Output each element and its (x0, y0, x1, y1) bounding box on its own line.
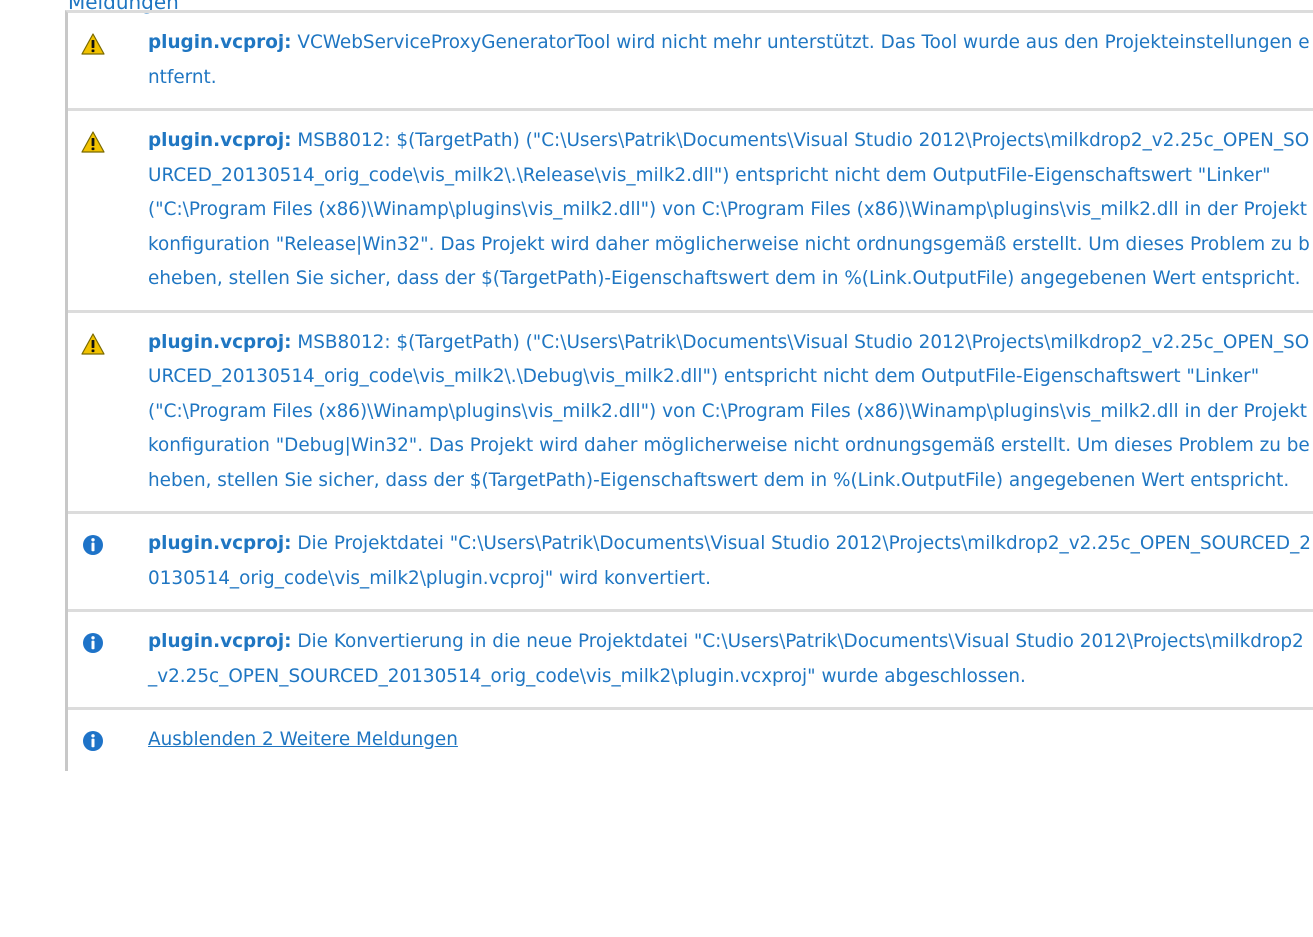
message-text: plugin.vcproj: MSB8012: $(TargetPath) ("… (148, 313, 1312, 512)
message-source: plugin.vcproj: (148, 130, 292, 151)
message-body: Die Projektdatei "C:\Users\Patrik\Docume… (148, 533, 1311, 589)
message-row-warning: plugin.vcproj: MSB8012: $(TargetPath) ("… (68, 313, 1313, 514)
warning-icon (81, 332, 105, 355)
message-body: Die Konvertierung in die neue Projektdat… (148, 631, 1304, 687)
hide-more-messages-link[interactable]: Ausblenden 2 Weitere Meldungen (148, 729, 458, 750)
info-icon (83, 535, 103, 555)
message-text: plugin.vcproj: VCWebServiceProxyGenerato… (148, 13, 1312, 108)
message-row-warning: plugin.vcproj: MSB8012: $(TargetPath) ("… (68, 111, 1313, 313)
warning-icon (81, 33, 105, 55)
message-source: plugin.vcproj: (148, 631, 292, 652)
message-row-warning: plugin.vcproj: VCWebServiceProxyGenerato… (68, 13, 1313, 111)
toggle-text: Ausblenden 2 Weitere Meldungen (148, 710, 1312, 771)
message-row-info: plugin.vcproj: Die Konvertierung in die … (68, 612, 1313, 710)
message-source: plugin.vcproj: (148, 331, 292, 353)
message-body: MSB8012: $(TargetPath) ("C:\Users\Patrik… (148, 130, 1310, 289)
conversion-messages-list: plugin.vcproj: VCWebServiceProxyGenerato… (65, 10, 1313, 771)
message-text: plugin.vcproj: MSB8012: $(TargetPath) ("… (148, 111, 1312, 310)
message-body: MSB8012: $(TargetPath) ("C:\Users\Patrik… (148, 331, 1310, 491)
info-icon (83, 731, 103, 751)
message-row-toggle: Ausblenden 2 Weitere Meldungen (68, 710, 1313, 771)
message-source: plugin.vcproj: (148, 533, 292, 554)
warning-icon (81, 131, 105, 153)
message-source: plugin.vcproj: (148, 32, 292, 53)
message-body: VCWebServiceProxyGeneratorTool wird nich… (148, 32, 1310, 88)
info-icon (83, 633, 103, 653)
message-text: plugin.vcproj: Die Projektdatei "C:\User… (148, 514, 1312, 609)
message-row-info: plugin.vcproj: Die Projektdatei "C:\User… (68, 514, 1313, 612)
message-text: plugin.vcproj: Die Konvertierung in die … (148, 612, 1312, 707)
